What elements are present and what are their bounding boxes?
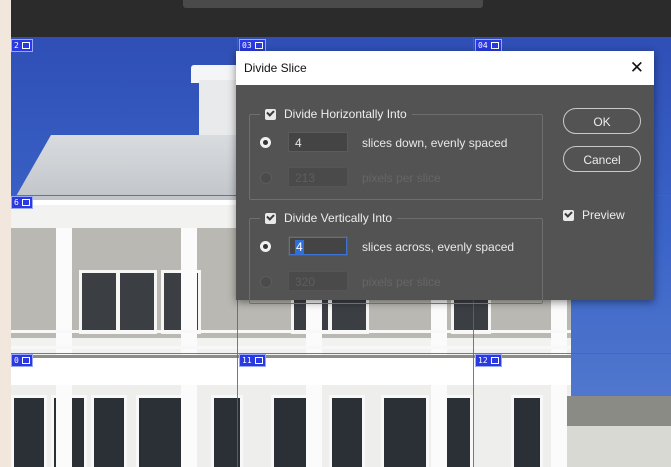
- house-window: [381, 395, 429, 467]
- divide-vertically-group: [249, 218, 543, 304]
- lower-column: [181, 385, 197, 467]
- vertical-slices-radio[interactable]: [260, 241, 271, 252]
- neighbor-roof: [567, 396, 671, 426]
- slice-number: 2: [14, 41, 19, 50]
- slice-icon: [254, 42, 263, 49]
- divide-horizontally-group: [249, 114, 543, 200]
- slice-badge[interactable]: 2: [11, 39, 33, 52]
- house-window: [329, 395, 365, 467]
- slice-badge[interactable]: 12: [475, 354, 502, 367]
- house-window: [91, 395, 127, 467]
- horizontal-pixels-input[interactable]: 213: [288, 167, 348, 187]
- slice-icon: [21, 42, 30, 49]
- house-window: [79, 270, 119, 334]
- preview-toggle[interactable]: Preview: [563, 208, 625, 222]
- vertical-slices-text: slices across, evenly spaced: [362, 240, 515, 254]
- house-window: [11, 395, 47, 467]
- slice-icon: [254, 357, 263, 364]
- slice-badge[interactable]: 6: [11, 196, 33, 209]
- document-tab-strip[interactable]: [183, 0, 483, 8]
- slice-badge[interactable]: 11: [239, 354, 266, 367]
- vertical-pixels-input[interactable]: 320: [288, 271, 348, 291]
- ok-button[interactable]: OK: [563, 108, 641, 134]
- slice-icon: [21, 357, 30, 364]
- horizontal-slices-radio[interactable]: [260, 137, 271, 148]
- slice-guide-horizontal[interactable]: [11, 353, 671, 354]
- vertical-slices-selection: 4: [295, 240, 304, 254]
- horizontal-pixels-text: pixels per slice: [362, 171, 441, 185]
- house-window: [511, 395, 543, 467]
- slice-icon: [21, 199, 30, 206]
- preview-checkbox[interactable]: [563, 209, 574, 221]
- slice-number: 04: [478, 41, 488, 50]
- horizontal-slices-text: slices down, evenly spaced: [362, 136, 508, 150]
- slice-badge[interactable]: 0: [11, 354, 33, 367]
- vertical-pixels-radio[interactable]: [260, 276, 272, 288]
- slice-icon: [490, 42, 499, 49]
- porch-railing: [11, 346, 571, 349]
- preview-label: Preview: [582, 208, 625, 222]
- porch-column: [181, 228, 197, 358]
- house-window: [211, 395, 243, 467]
- divide-horizontally-checkbox[interactable]: [265, 108, 276, 120]
- divide-vertically-checkbox[interactable]: [265, 212, 276, 224]
- application-top-bar: [11, 0, 671, 37]
- slice-number: 12: [478, 356, 488, 365]
- porch-column: [56, 228, 72, 358]
- divide-slice-dialog: Divide Slice ✕ Divide Horizontally Into …: [236, 51, 654, 304]
- dialog-title: Divide Slice: [244, 61, 307, 75]
- divide-vertically-label: Divide Vertically Into: [284, 211, 393, 225]
- divide-horizontally-label: Divide Horizontally Into: [284, 107, 407, 121]
- divide-vertically-header[interactable]: Divide Vertically Into: [260, 211, 398, 225]
- vertical-slices-input[interactable]: 4: [288, 236, 348, 256]
- lower-column: [306, 385, 322, 467]
- horizontal-slices-input[interactable]: 4: [288, 132, 348, 152]
- slice-number: 0: [14, 356, 19, 365]
- lower-column: [56, 385, 72, 467]
- house-window: [117, 270, 157, 334]
- slice-number: 03: [242, 41, 252, 50]
- slice-icon: [490, 357, 499, 364]
- slice-number: 11: [242, 356, 252, 365]
- cancel-button[interactable]: Cancel: [563, 146, 641, 172]
- neighbor-wall: [567, 426, 671, 467]
- horizontal-pixels-radio[interactable]: [260, 172, 272, 184]
- divide-horizontally-header[interactable]: Divide Horizontally Into: [260, 107, 412, 121]
- lower-column: [431, 385, 447, 467]
- vertical-pixels-text: pixels per slice: [362, 275, 441, 289]
- close-icon[interactable]: ✕: [630, 58, 644, 78]
- dialog-title-bar[interactable]: Divide Slice ✕: [236, 51, 654, 85]
- porch-railing: [11, 330, 571, 333]
- slice-number: 6: [14, 198, 19, 207]
- lower-column: [551, 385, 567, 467]
